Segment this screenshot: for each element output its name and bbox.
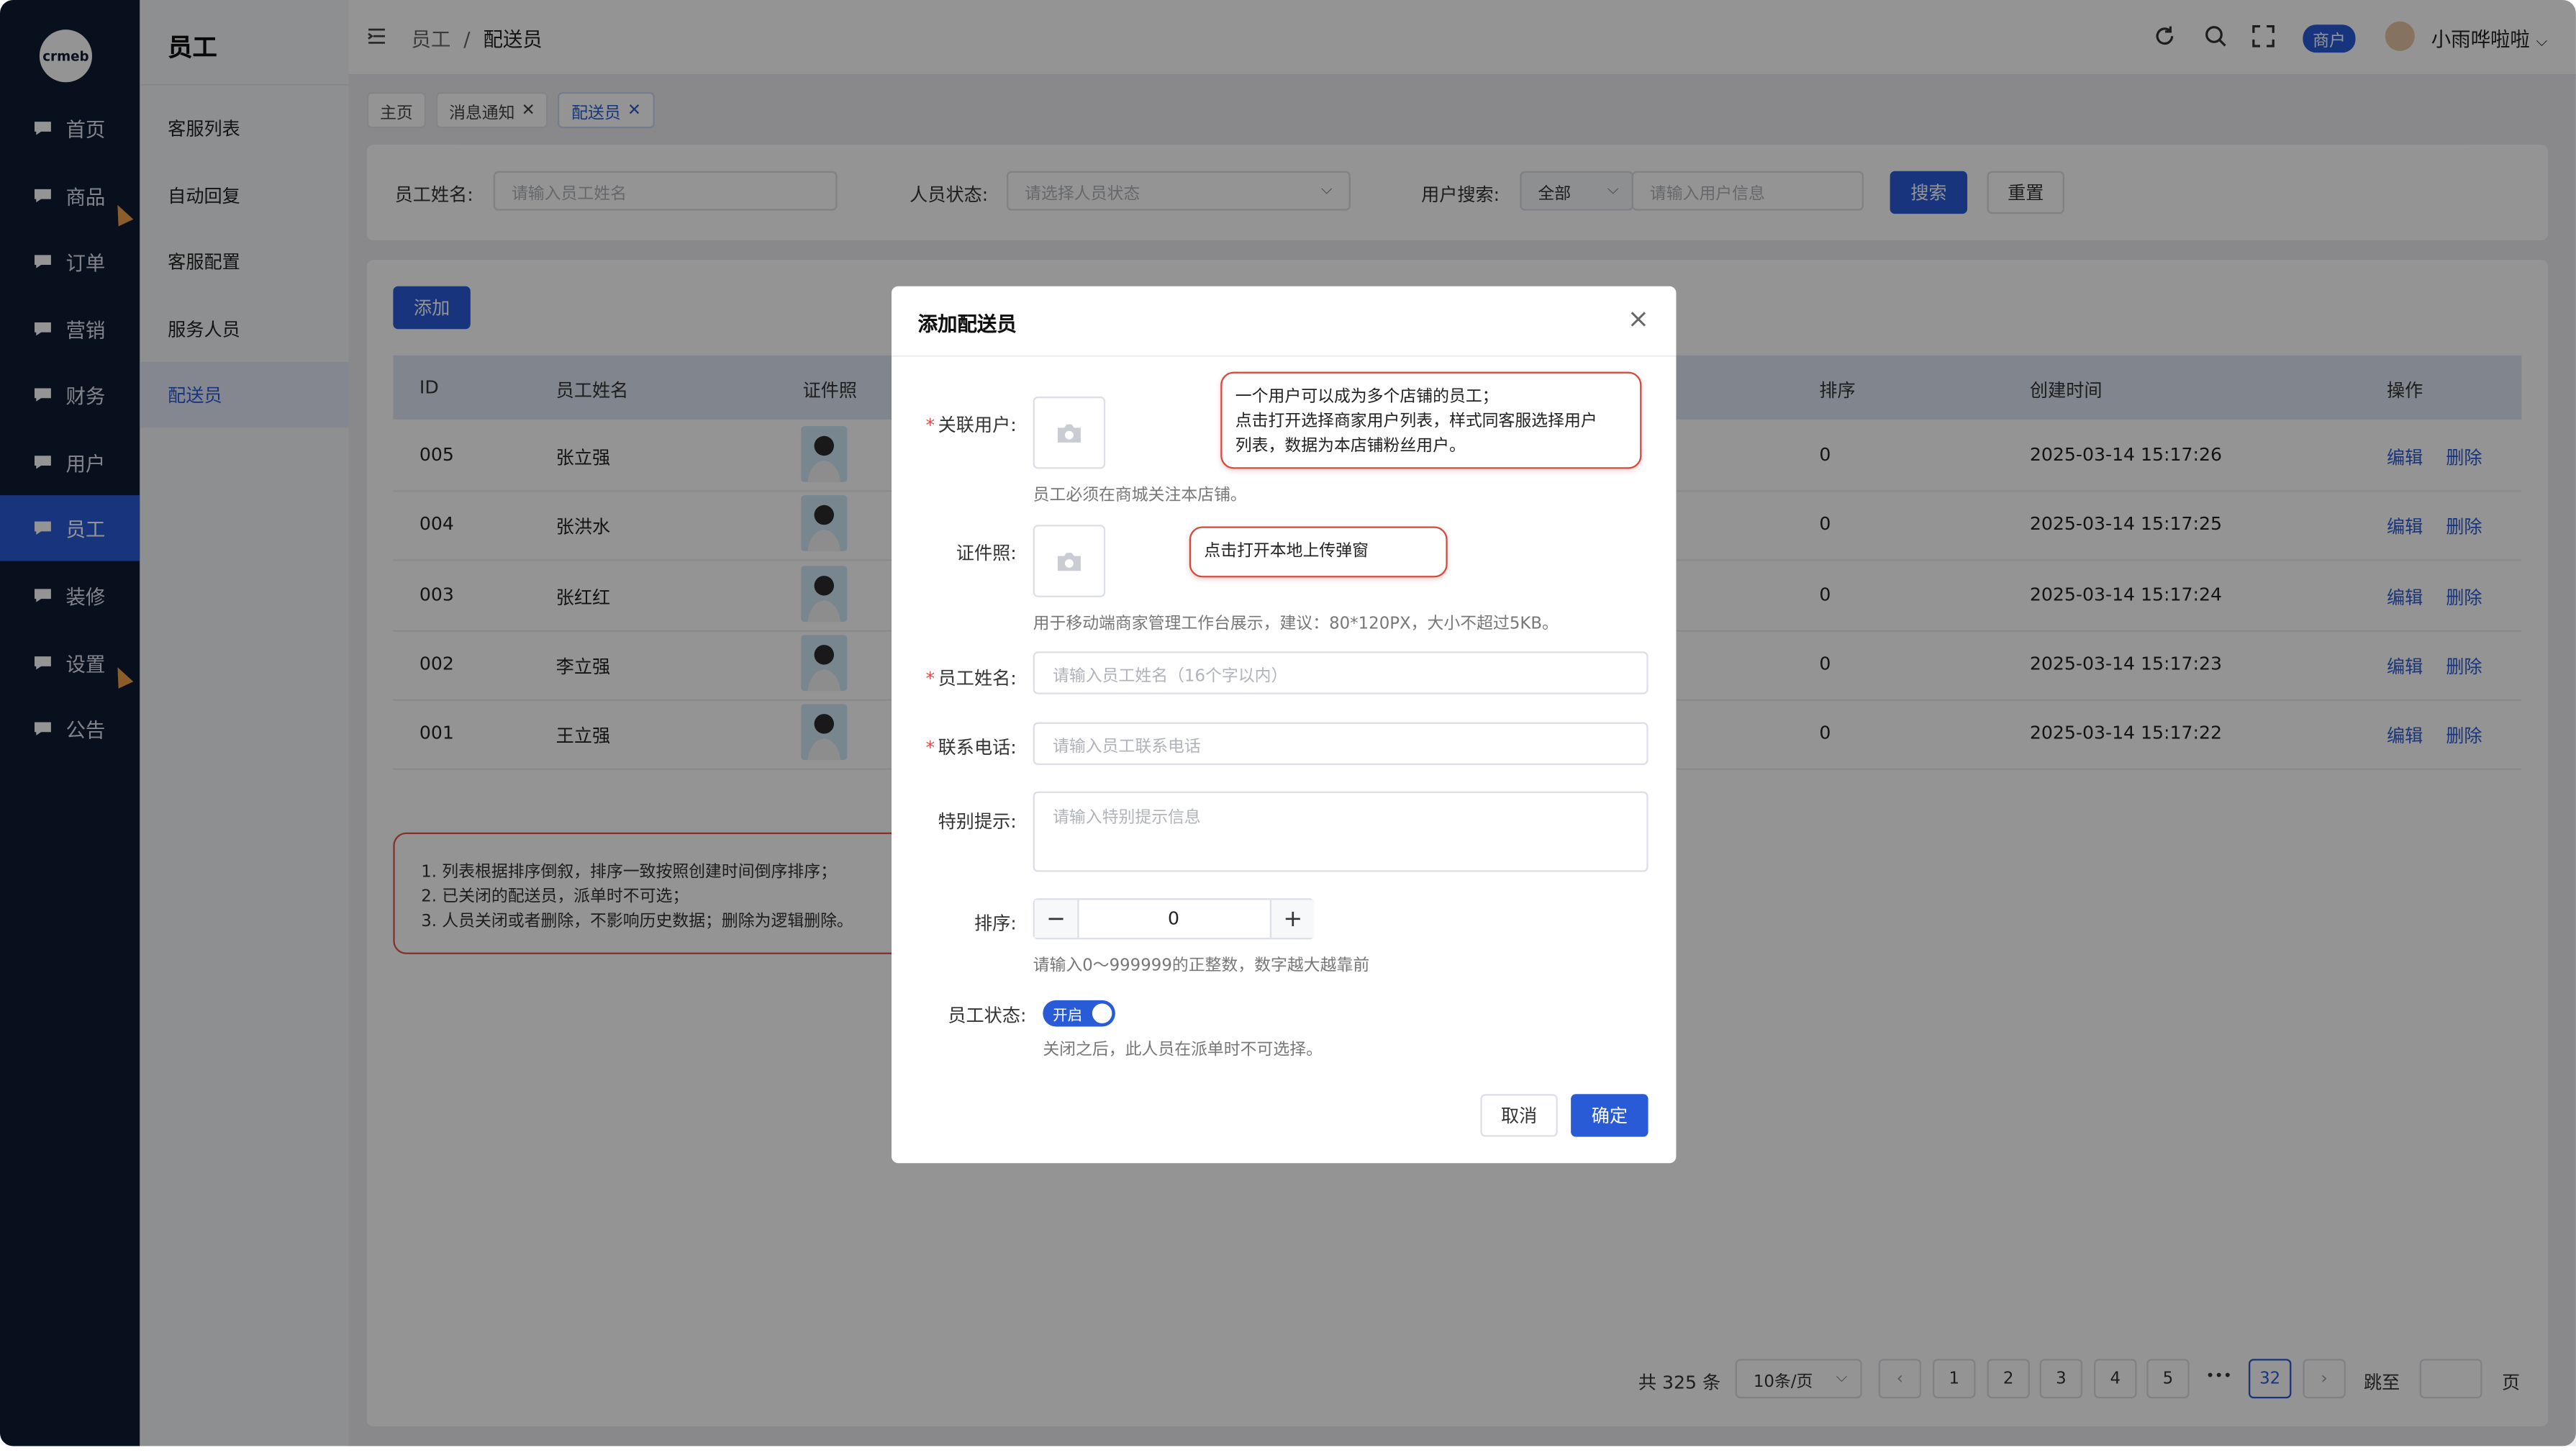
callout-line: 一个用户可以成为多个店铺的员工； <box>1235 388 1499 407</box>
increment-button[interactable]: + <box>1269 900 1315 938</box>
phone-input[interactable]: 请输入员工联系电话 <box>1033 722 1648 765</box>
toggle-knob <box>1092 1003 1112 1023</box>
required-marker: * <box>925 737 935 759</box>
linked-user-label: * 关联用户: <box>892 412 1017 438</box>
camera-icon <box>1057 551 1081 571</box>
callout-line: 点击打开选择商家用户列表，样式同客服选择用户 <box>1235 412 1597 431</box>
app-root: crmeb 首页 商品 订单 营销 财务 用户 员工 装修 设置 公告 员工 客… <box>0 0 2576 1453</box>
confirm-button[interactable]: 确定 <box>1571 1094 1648 1137</box>
callout-line: 点击打开本地上传弹窗 <box>1204 543 1369 561</box>
cancel-button[interactable]: 取消 <box>1480 1094 1558 1137</box>
sort-label: 排序: <box>974 913 1017 935</box>
toggle-label: 开启 <box>1053 1008 1083 1026</box>
sort-value[interactable]: 0 <box>1077 900 1269 938</box>
id-photo-callout: 点击打开本地上传弹窗 <box>1189 526 1448 578</box>
special-tip-label: 特别提示: <box>938 810 1017 833</box>
required-marker: * <box>925 668 935 689</box>
staff-status-label: 员工状态: <box>948 1005 1027 1027</box>
callout-line: 列表，数据为本店铺粉丝用户。 <box>1235 438 1466 456</box>
linked-user-callout: 一个用户可以成为多个店铺的员工； 点击打开选择商家用户列表，样式同客服选择用户 … <box>1220 371 1642 469</box>
minus-icon: − <box>1046 905 1066 933</box>
phone-label: * 联系电话: <box>892 734 1017 761</box>
id-photo-upload[interactable] <box>1033 525 1106 597</box>
close-icon[interactable] <box>1627 307 1650 330</box>
divider <box>892 355 1677 358</box>
id-photo-label: 证件照: <box>956 543 1017 565</box>
id-photo-hint: 用于移动端商家管理工作台展示，建议：80*120PX，大小不超过5KB。 <box>1033 615 1559 634</box>
staff-name-label: * 员工姓名: <box>892 665 1017 692</box>
plus-icon: + <box>1283 905 1303 933</box>
label-text: 联系电话: <box>938 737 1017 759</box>
linked-user-picker[interactable] <box>1033 396 1106 469</box>
add-delivery-staff-dialog: 添加配送员 * 关联用户: 员工必须在商城关注本店铺。 一个用户可以成为多个店铺的… <box>892 286 1677 1164</box>
special-tip-textarea[interactable]: 请输入特别提示信息 <box>1033 791 1648 872</box>
required-marker: * <box>925 415 935 436</box>
staff-name-input[interactable]: 请输入员工姓名（16个字以内） <box>1033 651 1648 694</box>
linked-user-hint: 员工必须在商城关注本店铺。 <box>1033 486 1247 505</box>
label-text: 员工姓名: <box>938 668 1017 689</box>
sort-hint: 请输入0～999999的正整数，数字越大越靠前 <box>1033 957 1370 976</box>
label-text: 关联用户: <box>938 415 1017 436</box>
camera-icon <box>1057 423 1081 442</box>
staff-status-hint: 关闭之后，此人员在派单时不可选择。 <box>1043 1041 1323 1060</box>
decrement-button[interactable]: − <box>1034 900 1079 938</box>
sort-stepper: − 0 + <box>1033 898 1315 940</box>
staff-status-toggle[interactable]: 开启 <box>1043 1000 1115 1027</box>
dialog-title: 添加配送员 <box>917 312 1017 336</box>
